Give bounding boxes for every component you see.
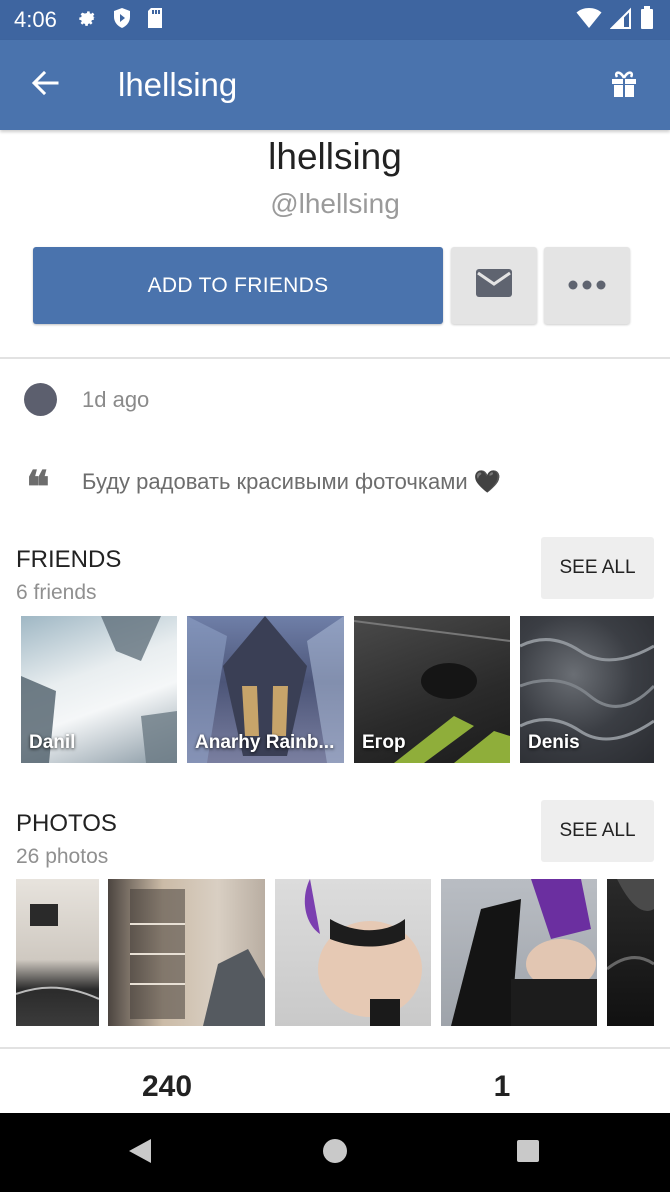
friend-name: Danil	[29, 732, 76, 753]
photo-image	[304, 879, 422, 1026]
arrow-back-icon	[31, 69, 59, 102]
online-status-indicator	[24, 383, 57, 416]
recents-square-icon	[516, 1139, 540, 1168]
envelope-icon	[476, 269, 512, 302]
shield-icon	[112, 7, 132, 34]
nav-back-button[interactable]	[114, 1127, 166, 1179]
photo-thumbnail[interactable]	[108, 879, 265, 1026]
sd-card-icon	[146, 7, 164, 34]
friend-tile[interactable]: Anarhy Rainb...	[187, 616, 344, 763]
stats-divider	[0, 1047, 670, 1049]
stat-right-value[interactable]: 1	[402, 1070, 602, 1104]
photo-thumbnail[interactable]	[607, 879, 654, 1026]
gear-icon	[76, 7, 98, 34]
friend-tile[interactable]: Danil	[21, 616, 177, 763]
status-icons-left	[76, 7, 164, 34]
add-to-friends-button[interactable]: ADD TO FRIENDS	[33, 247, 443, 324]
photo-image	[451, 879, 597, 1026]
friend-name: Anarhy Rainb...	[195, 732, 335, 753]
friend-name: Егор	[362, 732, 406, 753]
photo-thumbnail[interactable]	[16, 879, 99, 1026]
profile-status-text: Буду радовать красивыми фоточками	[82, 469, 468, 494]
photo-image	[607, 879, 654, 971]
status-bar: 4:06	[0, 0, 670, 40]
friends-see-all-button[interactable]: SEE ALL	[541, 537, 654, 599]
back-button[interactable]	[20, 60, 70, 110]
friends-section-title: FRIENDS	[16, 546, 122, 573]
friends-count: 6 friends	[16, 581, 97, 604]
app-bar: lhellsing	[0, 40, 670, 130]
back-triangle-icon	[127, 1137, 153, 1170]
friend-name: Denis	[528, 732, 580, 753]
system-nav-bar	[0, 1113, 670, 1192]
photos-section-title: PHOTOS	[16, 810, 117, 837]
cellular-signal-icon	[609, 7, 632, 34]
header-divider	[0, 357, 670, 359]
app-bar-title: lhellsing	[118, 66, 238, 103]
friend-tile[interactable]: Егор	[354, 616, 510, 763]
profile-name: lhellsing	[268, 136, 402, 177]
black-heart-emoji: 🖤	[473, 469, 502, 494]
home-circle-icon	[322, 1138, 348, 1169]
status-time: 4:06	[14, 7, 57, 32]
last-seen: 1d ago	[82, 387, 150, 412]
profile-status: Буду радовать красивыми фоточками 🖤	[82, 469, 501, 495]
nav-home-button[interactable]	[309, 1127, 361, 1179]
friend-tile[interactable]: Denis	[520, 616, 654, 763]
more-options-button[interactable]	[544, 247, 630, 324]
photos-count: 26 photos	[16, 845, 109, 868]
profile-handle: @lhellsing	[270, 188, 400, 219]
battery-icon	[640, 5, 654, 35]
photos-see-all-button[interactable]: SEE ALL	[541, 800, 654, 862]
photo-image	[130, 889, 265, 1026]
nav-recents-button[interactable]	[502, 1127, 554, 1179]
photo-thumbnail[interactable]	[441, 879, 597, 1026]
stat-left-value[interactable]: 240	[67, 1070, 267, 1104]
quote-icon: ❝	[26, 462, 50, 513]
gift-icon	[610, 70, 638, 103]
wifi-icon	[576, 7, 602, 34]
more-dots-icon	[568, 277, 606, 295]
gift-button[interactable]	[600, 62, 648, 110]
photo-thumbnail[interactable]	[275, 879, 431, 1026]
photo-image	[16, 904, 99, 1000]
status-icons-right	[576, 5, 654, 35]
message-button[interactable]	[451, 247, 537, 324]
